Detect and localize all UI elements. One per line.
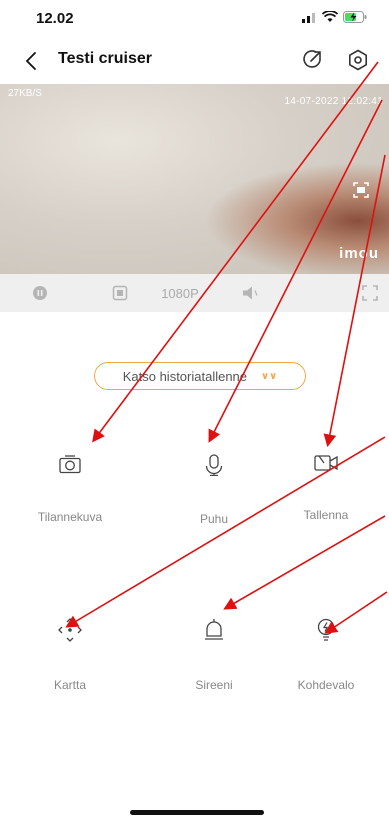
status-time: 12.02 xyxy=(36,10,74,27)
imou-watermark: imou xyxy=(339,245,379,262)
fullscreen-icon xyxy=(362,285,378,301)
record-label: Tallenna xyxy=(303,508,349,522)
live-video-view[interactable]: 27KB/S 14-07-2022 12:02:41 imou xyxy=(0,84,389,274)
spotlight-icon xyxy=(317,618,335,641)
page-title: Testi cruiser xyxy=(58,50,152,67)
pause-icon xyxy=(33,286,47,300)
view-history-button[interactable]: Katso historiatallenne ∨∨ xyxy=(94,362,306,390)
stop-icon xyxy=(112,285,128,301)
volume-button[interactable] xyxy=(236,274,268,312)
snapshot-label: Tilannekuva xyxy=(37,510,103,524)
snapshot-button[interactable]: Tilannekuva xyxy=(15,454,125,524)
back-chevron-icon[interactable] xyxy=(22,49,42,73)
battery-charging-icon xyxy=(343,11,367,23)
signal-icon xyxy=(302,13,315,23)
siren-button[interactable]: Sireeni xyxy=(159,618,269,692)
wifi-icon xyxy=(322,11,338,22)
video-timestamp: 14-07-2022 12:02:41 xyxy=(284,96,383,107)
fullscreen-button[interactable] xyxy=(356,274,384,312)
record-button[interactable]: Tallenna xyxy=(271,454,381,522)
resolution-selector[interactable]: 1080P xyxy=(150,274,210,312)
home-indicator xyxy=(130,810,264,815)
settings-gear-icon[interactable] xyxy=(346,48,370,72)
history-button-label: Katso historiatallenne xyxy=(122,368,248,384)
spotlight-button[interactable]: Kohdevalo xyxy=(271,618,381,692)
pan-tilt-label: Kartta xyxy=(53,678,86,692)
talk-button[interactable]: Puhu xyxy=(159,454,269,526)
bitrate-readout: 27KB/S xyxy=(8,88,42,99)
flip-camera-icon[interactable] xyxy=(351,180,371,200)
spotlight-label: Kohdevalo xyxy=(297,678,355,692)
video-record-icon xyxy=(314,455,338,471)
talk-label: Puhu xyxy=(199,512,229,526)
playback-control-bar: 1080P xyxy=(0,274,389,312)
microphone-icon xyxy=(205,454,223,476)
pan-tilt-icon xyxy=(58,618,82,642)
speaker-icon xyxy=(243,286,258,300)
pause-button[interactable] xyxy=(26,274,54,312)
siren-icon xyxy=(205,619,223,640)
share-link-icon[interactable] xyxy=(300,48,324,72)
pan-tilt-button[interactable]: Kartta xyxy=(15,618,125,692)
status-icons xyxy=(301,9,367,25)
double-chevron-down-icon: ∨∨ xyxy=(261,370,278,382)
stop-button[interactable] xyxy=(106,274,134,312)
camera-icon xyxy=(59,455,81,474)
arrow-to-siren xyxy=(223,515,386,610)
siren-label: Sireeni xyxy=(195,678,233,692)
